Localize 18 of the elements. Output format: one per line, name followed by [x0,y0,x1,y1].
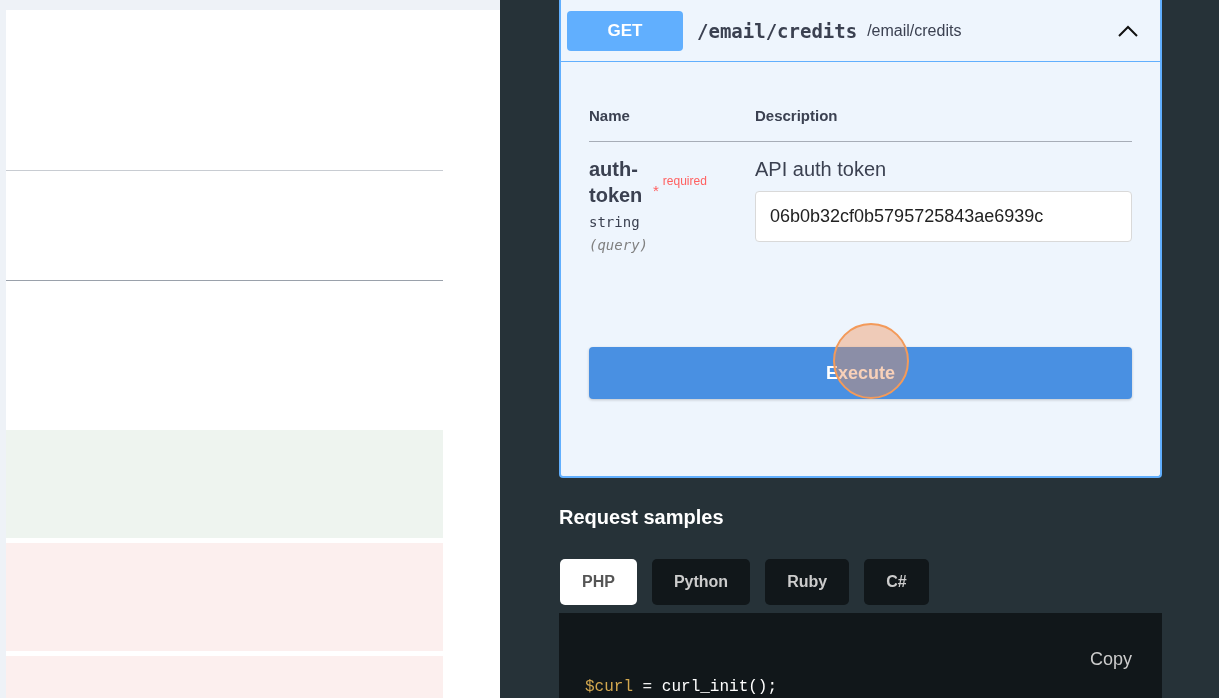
language-tab[interactable]: PHP [560,559,637,605]
language-tab[interactable]: Ruby [765,559,850,605]
parameter-location: (query) [589,237,649,253]
copy-button[interactable]: Copy [1089,649,1132,670]
language-tab[interactable]: C# [864,559,929,605]
parameter-type: string [589,214,641,230]
required-label: required [662,174,707,190]
endpoint-path: /email/credits [697,19,858,42]
column-header: Description [755,107,839,124]
column-header: Name [589,107,631,124]
token-input-field[interactable]: 06b0b32cf0b5795725843ae6939c [755,191,1132,242]
code-line: $curl = curl_init(); [585,678,779,696]
endpoint-summary: /email/credits [867,21,963,40]
parameter-name: auth-token [589,157,644,208]
required-asterisk: * [653,182,659,199]
parameter-description: API auth token [755,158,888,181]
section-heading: Request samples [559,506,724,529]
language-tab[interactable]: Python [651,559,751,605]
